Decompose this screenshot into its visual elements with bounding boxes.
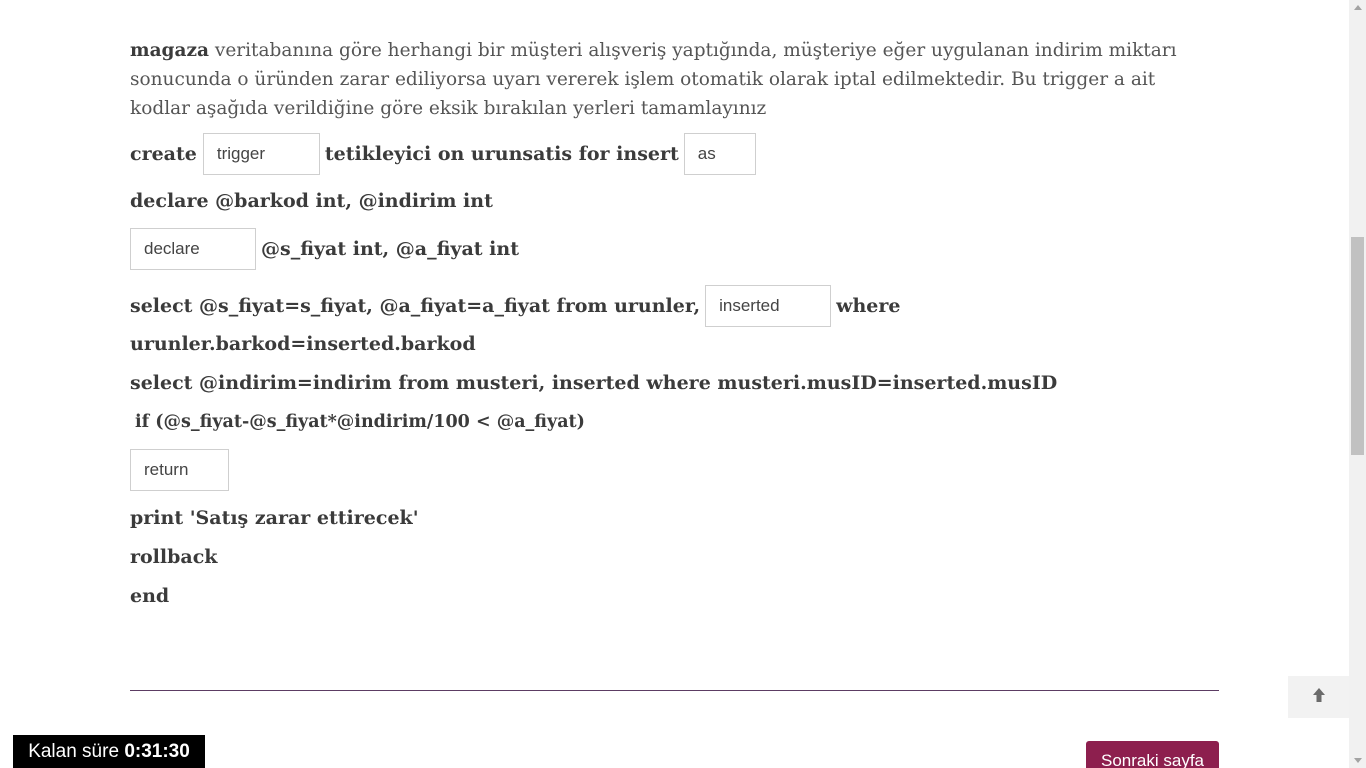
code-create-keyword: create (130, 143, 197, 165)
database-name: magaza (130, 40, 209, 61)
scroll-up-arrow-icon[interactable] (1354, 5, 1362, 10)
code-select-start: select @s_fiyat=s_fiyat, @a_fiyat=a_fiya… (130, 295, 701, 317)
code-rollback: rollback (130, 546, 218, 568)
code-trigger-def: tetikleyici on urunsatis for insert (324, 143, 679, 165)
scroll-down-arrow-icon[interactable] (1354, 758, 1362, 763)
code-line-1: create trigger tetikleyici on urunsatis … (130, 133, 761, 175)
page-scrollbar[interactable] (1349, 0, 1366, 768)
scrollbar-thumb[interactable] (1351, 237, 1364, 455)
answer-blank-1[interactable]: trigger (202, 133, 320, 175)
code-join-condition: urunler.barkod=inserted.barkod (130, 333, 476, 355)
code-line-6: select @indirim=indirim from musteri, in… (130, 372, 1057, 394)
answer-blank-2[interactable]: as (683, 133, 756, 175)
answer-blank-5[interactable]: return (130, 449, 229, 491)
remaining-time-label: Kalan süre (28, 741, 120, 762)
code-select-indirim: select @indirim=indirim from musteri, in… (130, 372, 1058, 394)
answer-blank-3[interactable]: declare (130, 228, 256, 270)
code-line-7: if (@s_fiyat-@s_fiyat*@indirim/100 < @a_… (135, 412, 585, 432)
code-line-5: urunler.barkod=inserted.barkod (130, 333, 476, 355)
next-page-button[interactable]: Sonraki sayfa (1086, 741, 1219, 768)
code-end: end (130, 585, 170, 607)
code-where-keyword: where (836, 295, 901, 317)
back-to-top-button[interactable] (1288, 676, 1350, 718)
code-line-2: declare @barkod int, @indirim int (130, 190, 493, 212)
code-print: print 'Satış zarar ettirecek' (130, 507, 419, 529)
code-line-11: end (130, 585, 169, 607)
code-if-condition: if (@s_fiyat-@s_fiyat*@indirim/100 < @a_… (135, 412, 585, 432)
section-divider (130, 690, 1219, 691)
question-text: magaza veritabanına göre herhangi bir mü… (130, 36, 1220, 123)
code-line-9: print 'Satış zarar ettirecek' (130, 507, 419, 529)
code-line-3: declare @s_fiyat int, @a_fiyat int (130, 228, 519, 270)
question-description: veritabanına göre herhangi bir müşteri a… (130, 40, 1177, 119)
remaining-time-value: 0:31:30 (124, 741, 190, 762)
code-declare-rest: @s_fiyat int, @a_fiyat int (261, 238, 519, 260)
code-line-4: select @s_fiyat=s_fiyat, @a_fiyat=a_fiya… (130, 285, 900, 327)
arrow-up-icon (1311, 687, 1327, 707)
code-line-10: rollback (130, 546, 217, 568)
remaining-time-box: Kalan süre 0:31:30 (13, 735, 205, 768)
code-declare-line: declare @barkod int, @indirim int (130, 190, 493, 212)
answer-blank-4[interactable]: inserted (705, 285, 832, 327)
code-line-8: return (130, 449, 234, 491)
